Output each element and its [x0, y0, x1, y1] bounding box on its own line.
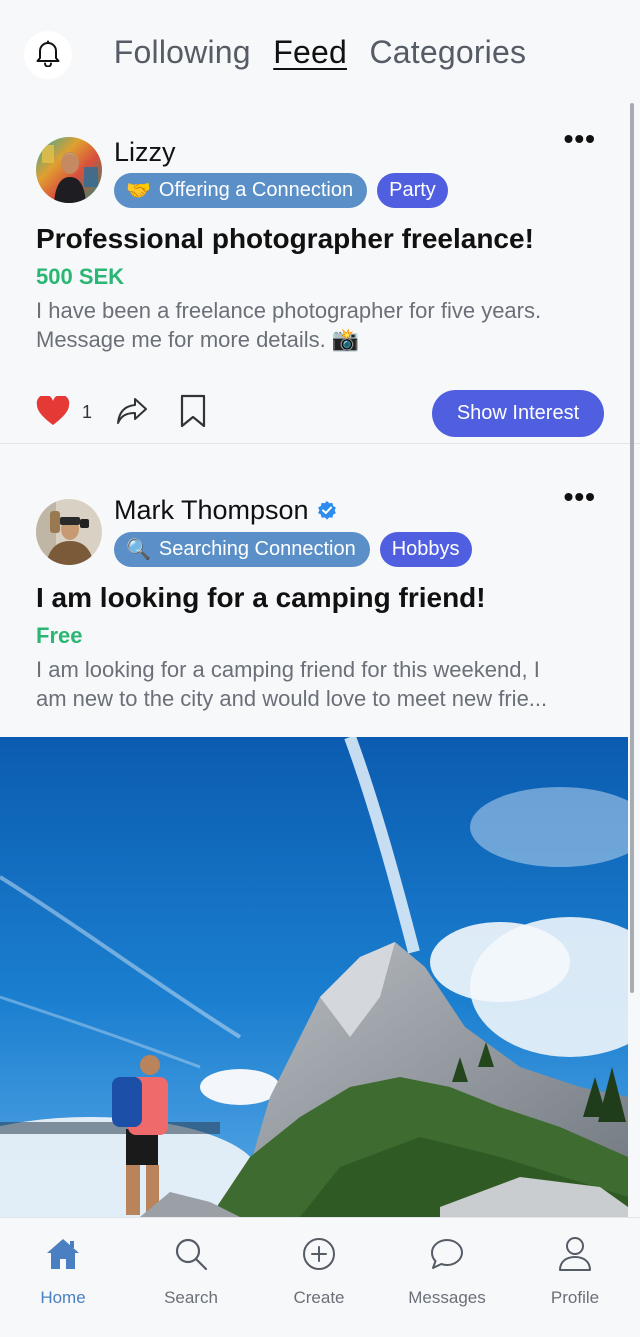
like-count: 1	[82, 402, 93, 422]
bookmark-button[interactable]	[180, 394, 206, 433]
post-image[interactable]	[0, 737, 628, 1217]
post-description-line: I am looking for a camping friend for th…	[36, 657, 540, 682]
nav-search[interactable]: Search	[136, 1234, 246, 1308]
feed-tabs: Following Feed Categories	[0, 34, 640, 71]
connection-badge: 🔍 Searching Connection	[114, 532, 370, 567]
post-description: I have been a freelance photographer for…	[36, 296, 608, 354]
magnifier-icon: 🔍	[126, 539, 151, 561]
chat-bubble-icon	[392, 1234, 502, 1274]
show-interest-button[interactable]: Show Interest	[432, 390, 604, 437]
post-description-line: Message me for more details. 📸	[36, 327, 360, 352]
app: Following Feed Categories Lizzy ••• 🤝 Of…	[0, 0, 640, 1337]
home-icon	[8, 1234, 118, 1274]
heart-icon	[36, 394, 70, 430]
avatar[interactable]	[36, 137, 102, 203]
nav-profile[interactable]: Profile	[520, 1234, 630, 1308]
more-options-button[interactable]: •••	[564, 483, 596, 511]
post-title[interactable]: Professional photographer freelance!	[36, 223, 534, 255]
nav-label: Home	[40, 1288, 86, 1307]
share-icon	[116, 398, 148, 430]
post-title[interactable]: I am looking for a camping friend!	[36, 582, 486, 614]
category-badge[interactable]: Hobbys	[379, 532, 472, 567]
connection-badge: 🤝 Offering a Connection	[114, 173, 368, 208]
connection-badge-label: Searching Connection	[158, 538, 356, 560]
author-name[interactable]: Lizzy	[114, 137, 176, 168]
verified-badge-icon	[317, 496, 337, 527]
post-price: 500 SEK	[36, 264, 125, 289]
bookmark-icon	[180, 394, 206, 432]
avatar[interactable]	[36, 499, 102, 565]
tab-following[interactable]: Following	[114, 34, 251, 71]
post-actions: 1 Show Interest	[36, 390, 604, 438]
post-description: I am looking for a camping friend for th…	[36, 655, 608, 713]
author-name-label: Mark Thompson	[114, 495, 309, 525]
connection-badge-label: Offering a Connection	[158, 179, 354, 201]
post-description-line: am new to the city and would love to mee…	[36, 686, 548, 711]
like-button[interactable]	[36, 394, 70, 431]
search-icon	[136, 1234, 246, 1274]
more-icon: •••	[563, 481, 596, 512]
share-button[interactable]	[116, 396, 148, 431]
nav-messages[interactable]: Messages	[392, 1234, 502, 1308]
bottom-nav: Home Search Create Messages Profile	[0, 1217, 640, 1337]
plus-circle-icon	[264, 1234, 374, 1274]
post-price: Free	[36, 623, 83, 648]
nav-label: Create	[293, 1288, 345, 1307]
post-description-line: I have been a freelance photographer for…	[36, 298, 542, 323]
post-badges: 🔍 Searching Connection Hobbys	[114, 532, 472, 567]
more-icon: •••	[563, 123, 596, 154]
person-icon	[520, 1234, 630, 1274]
tab-categories[interactable]: Categories	[369, 34, 526, 71]
category-badge[interactable]: Party	[377, 173, 448, 208]
nav-create[interactable]: Create	[264, 1234, 374, 1308]
post-badges: 🤝 Offering a Connection Party	[114, 173, 448, 208]
post-card[interactable]: Mark Thompson ••• 🔍 Searching Connection…	[0, 478, 640, 738]
post-card[interactable]: Lizzy ••• 🤝 Offering a Connection Party …	[0, 120, 640, 444]
handshake-icon: 🤝	[126, 180, 151, 202]
nav-label: Messages	[408, 1288, 486, 1307]
author-name[interactable]: Mark Thompson	[114, 495, 337, 527]
tab-feed[interactable]: Feed	[273, 34, 347, 71]
nav-home[interactable]: Home	[8, 1234, 118, 1308]
top-header: Following Feed Categories	[0, 0, 640, 100]
more-options-button[interactable]: •••	[564, 125, 596, 153]
status-bar	[0, 0, 640, 4]
scrollbar[interactable]	[630, 103, 634, 993]
nav-label: Search	[164, 1288, 218, 1307]
nav-label: Profile	[550, 1288, 600, 1307]
